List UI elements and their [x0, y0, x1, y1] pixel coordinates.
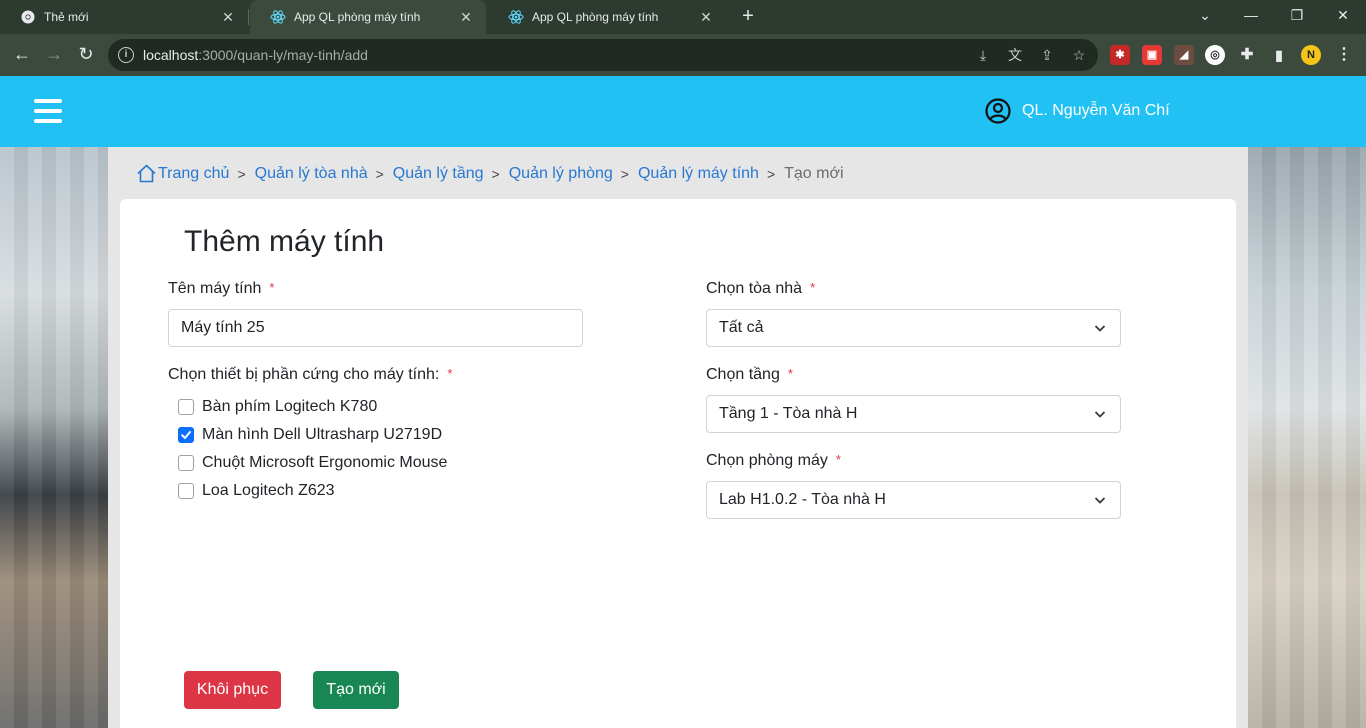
chevron-right-icon: > — [766, 165, 776, 182]
hardware-option[interactable]: Bàn phím Logitech K780 — [178, 398, 377, 416]
address-bar[interactable]: i localhost:3000/quan-ly/may-tinh/add ⤓ … — [108, 39, 1098, 71]
restore-button[interactable]: ❐ — [1274, 0, 1320, 34]
tab-title: App QL phòng máy tính — [532, 10, 659, 24]
chevron-right-icon: > — [620, 165, 629, 182]
breadcrumb: Trang chủ > Quản lý tòa nhà > Quản lý tầ… — [136, 163, 844, 184]
breadcrumb-buildings[interactable]: Quản lý tòa nhà — [255, 165, 368, 183]
user-name: QL. Nguyễn Văn Chí — [1022, 102, 1170, 119]
chevron-down-icon — [1094, 325, 1106, 332]
breadcrumb-floors[interactable]: Quản lý tầng — [393, 165, 484, 183]
hardware-option[interactable]: Màn hình Dell Ultrasharp U2719D — [178, 426, 442, 444]
bookmark-star-icon[interactable]: ☆ — [1070, 46, 1088, 64]
floor-label: Chọn tầng * — [706, 366, 793, 383]
tab-title: App QL phòng máy tính — [294, 10, 421, 24]
side-panel-icon[interactable]: ▮ — [1269, 45, 1289, 65]
tab-search-icon[interactable]: ⌄ — [1182, 0, 1228, 34]
close-icon[interactable]: ✕ — [698, 9, 714, 26]
profile-avatar[interactable]: N — [1301, 45, 1321, 65]
tab-new-tab[interactable]: Thẻ mới ✕ — [0, 0, 248, 34]
checkbox[interactable] — [178, 455, 194, 471]
minimize-button[interactable]: — — [1228, 0, 1274, 34]
chevron-right-icon: > — [375, 165, 384, 182]
tab-app[interactable]: App QL phòng máy tính ✕ — [488, 0, 726, 34]
background-photo-left — [0, 147, 108, 728]
extension-2-icon[interactable]: ▣ — [1142, 45, 1162, 65]
forward-icon[interactable]: → — [42, 43, 66, 67]
menu-kebab-icon[interactable]: ⋮ — [1334, 45, 1354, 65]
hamburger-menu-icon[interactable] — [34, 99, 62, 123]
react-icon — [270, 9, 286, 25]
reload-icon[interactable]: ↻ — [74, 43, 98, 67]
checkbox[interactable] — [178, 399, 194, 415]
computer-name-label: Tên máy tính * — [168, 280, 275, 297]
chevron-down-icon — [1094, 411, 1106, 418]
app-header: QL. Nguyễn Văn Chí — [0, 76, 1366, 147]
computer-name-input[interactable]: Máy tính 25 — [168, 309, 583, 347]
extension-3-icon[interactable]: ◢ — [1174, 45, 1194, 65]
floor-select[interactable]: Tầng 1 - Tòa nhà H — [706, 395, 1121, 433]
room-select[interactable]: Lab H1.0.2 - Tòa nhà H — [706, 481, 1121, 519]
check-icon — [181, 431, 191, 439]
share-icon[interactable]: ⇪ — [1038, 46, 1056, 64]
chevron-right-icon: > — [491, 165, 500, 182]
browser-toolbar: ← → ↻ i localhost:3000/quan-ly/may-tinh/… — [0, 34, 1366, 76]
reset-button[interactable]: Khôi phục — [184, 671, 281, 709]
translate-icon[interactable]: 文 — [1006, 46, 1024, 64]
tab-title: Thẻ mới — [44, 10, 89, 24]
react-icon — [508, 9, 524, 25]
hardware-label: Chọn thiết bị phần cứng cho máy tính: * — [168, 366, 453, 383]
room-label: Chọn phòng máy * — [706, 452, 841, 469]
extension-1-icon[interactable]: ✱ — [1110, 45, 1130, 65]
hardware-option[interactable]: Loa Logitech Z623 — [178, 482, 335, 500]
background-photo-right — [1248, 147, 1366, 728]
chevron-right-icon: > — [237, 165, 246, 182]
site-info-icon[interactable]: i — [118, 47, 134, 63]
breadcrumb-rooms[interactable]: Quản lý phòng — [509, 165, 613, 183]
browser-tab-bar: Thẻ mới ✕ App QL phòng máy tính ✕ App QL… — [0, 0, 1366, 34]
tab-app-active[interactable]: App QL phòng máy tính ✕ — [250, 0, 486, 34]
checkbox-checked[interactable] — [178, 427, 194, 443]
create-button[interactable]: Tạo mới — [313, 671, 399, 709]
chrome-icon — [20, 9, 36, 25]
breadcrumb-computers[interactable]: Quản lý máy tính — [638, 165, 759, 183]
building-select[interactable]: Tất cả — [706, 309, 1121, 347]
user-menu[interactable]: QL. Nguyễn Văn Chí — [985, 98, 1170, 124]
add-computer-form: Thêm máy tính Tên máy tính * Máy tính 25 … — [120, 199, 1236, 728]
close-icon[interactable]: ✕ — [458, 9, 474, 26]
close-window-button[interactable]: ✕ — [1320, 0, 1366, 34]
breadcrumb-home[interactable]: Trang chủ — [158, 165, 229, 183]
page-title: Thêm máy tính — [184, 225, 385, 258]
building-label: Chọn tòa nhà * — [706, 280, 816, 297]
url-text: localhost:3000/quan-ly/may-tinh/add — [143, 47, 368, 63]
close-icon[interactable]: ✕ — [220, 9, 236, 26]
chevron-down-icon — [1094, 497, 1106, 504]
extensions-puzzle-icon[interactable]: ✚ — [1237, 45, 1257, 65]
hardware-option[interactable]: Chuột Microsoft Ergonomic Mouse — [178, 454, 447, 472]
install-icon[interactable]: ⤓ — [974, 46, 992, 64]
user-circle-icon — [985, 98, 1011, 124]
main-content: Trang chủ > Quản lý tòa nhà > Quản lý tầ… — [108, 147, 1248, 728]
checkbox[interactable] — [178, 483, 194, 499]
new-tab-button[interactable]: + — [736, 5, 760, 29]
back-icon[interactable]: ← — [10, 43, 34, 67]
home-icon[interactable] — [136, 163, 157, 184]
extension-4-icon[interactable]: ◎ — [1205, 45, 1225, 65]
breadcrumb-current: Tạo mới — [784, 164, 844, 182]
